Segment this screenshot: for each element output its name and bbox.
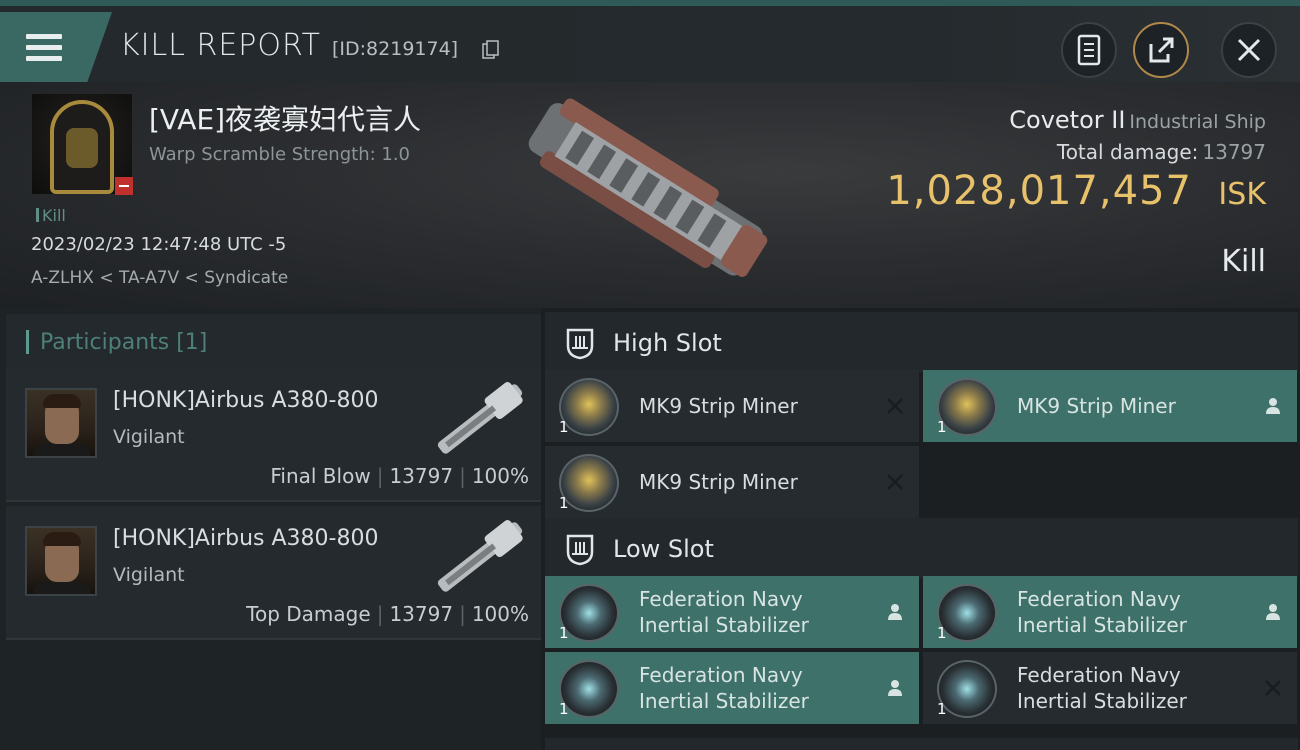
low-slot-icon xyxy=(566,534,594,566)
fitted-item[interactable]: 1 MK9 Strip Miner xyxy=(545,446,919,518)
dropped-person-icon xyxy=(888,680,902,696)
item-name-line1: Federation Navy xyxy=(639,663,803,687)
ship-render-image xyxy=(528,98,768,277)
page-title: KILL REPORT xyxy=(120,28,321,63)
item-name-line2: Inertial Stabilizer xyxy=(639,689,809,713)
participants-header: Participants [1] xyxy=(6,314,541,370)
share-icon xyxy=(1149,37,1174,63)
report-button[interactable] xyxy=(1061,22,1117,78)
loss-badge-icon xyxy=(115,177,133,195)
header-bar: KILL REPORT [ID:8219174] xyxy=(0,6,1300,82)
dropped-person-icon xyxy=(1266,398,1280,414)
report-id: [ID:8219174] xyxy=(332,38,459,60)
isk-value: 1,028,017,457 xyxy=(886,168,1192,214)
participant-percent: 100% xyxy=(471,602,529,626)
participant-name: [HONK]Airbus A380-800 xyxy=(113,388,379,413)
next-slot-header-partial xyxy=(545,738,1298,750)
fitted-item[interactable]: 1 Federation Navy Inertial Stabilizer xyxy=(923,652,1297,724)
participant-avatar xyxy=(25,526,97,596)
item-name-line1: Federation Navy xyxy=(639,587,803,611)
fitting-panel: High Slot 1 MK9 Strip Miner 1 MK9 Strip … xyxy=(541,308,1300,750)
item-quantity: 1 xyxy=(937,624,947,642)
participant-role: Top Damage xyxy=(246,602,371,626)
kill-summary: [VAE]夜袭寡妇代言人 Warp Scramble Strength: 1.0… xyxy=(0,82,1300,308)
ship-class: Industrial Ship xyxy=(1129,111,1266,133)
fitted-item[interactable]: 1 MK9 Strip Miner xyxy=(923,370,1297,442)
participant-name: [HONK]Airbus A380-800 xyxy=(113,526,379,551)
high-slot-header: High Slot xyxy=(545,312,1298,372)
item-quantity: 1 xyxy=(937,418,947,436)
total-damage-label: Total damage: xyxy=(1056,140,1199,164)
item-name: MK9 Strip Miner xyxy=(639,394,798,418)
participant-card[interactable]: [HONK]Airbus A380-800 Vigilant Final Blo… xyxy=(6,368,541,502)
item-quantity: 1 xyxy=(559,624,569,642)
participants-title: Participants [1] xyxy=(40,330,208,355)
participant-stats: Final Blow | 13797 | 100% xyxy=(270,464,529,488)
kill-location[interactable]: A-ZLHX < TA-A7V < Syndicate xyxy=(31,268,288,288)
close-button[interactable] xyxy=(1221,22,1277,78)
participant-ship: Vigilant xyxy=(113,426,185,448)
kill-tag: Kill xyxy=(36,206,66,225)
participant-damage: 13797 xyxy=(389,464,454,488)
high-slot-title: High Slot xyxy=(613,329,722,357)
item-quantity: 1 xyxy=(559,494,569,512)
participant-card[interactable]: [HONK]Airbus A380-800 Vigilant Top Damag… xyxy=(6,506,541,640)
ship-name[interactable]: Covetor II Industrial Ship xyxy=(1009,106,1266,134)
low-slot-title: Low Slot xyxy=(613,535,714,563)
isk-unit: ISK xyxy=(1218,177,1266,212)
participant-damage: 13797 xyxy=(389,602,454,626)
warp-scramble-strength: Warp Scramble Strength: 1.0 xyxy=(149,144,411,165)
item-quantity: 1 xyxy=(937,700,947,718)
item-name-line2: Inertial Stabilizer xyxy=(639,613,809,637)
victim-name[interactable]: [VAE]夜袭寡妇代言人 xyxy=(149,98,421,138)
destroyed-icon xyxy=(887,474,903,490)
item-name: MK9 Strip Miner xyxy=(639,470,798,494)
participant-ship-image xyxy=(437,520,523,592)
participant-ship: Vigilant xyxy=(113,564,185,586)
participant-avatar xyxy=(25,388,97,458)
participant-ship-image xyxy=(437,382,523,454)
copy-icon[interactable] xyxy=(482,40,500,60)
fitted-item[interactable]: 1 Federation Navy Inertial Stabilizer xyxy=(545,576,919,648)
total-damage-value: 13797 xyxy=(1202,140,1266,164)
destroyed-icon xyxy=(887,398,903,414)
participant-stats: Top Damage | 13797 | 100% xyxy=(246,602,529,626)
item-name-line1: Federation Navy xyxy=(1017,663,1181,687)
participant-percent: 100% xyxy=(471,464,529,488)
participants-panel: Participants [1] [HONK]Airbus A380-800 V… xyxy=(0,308,541,750)
hamburger-menu-icon xyxy=(26,34,62,62)
fitted-item[interactable]: 1 MK9 Strip Miner xyxy=(545,370,919,442)
kill-tag-label: Kill xyxy=(42,206,66,225)
item-name-line1: Federation Navy xyxy=(1017,587,1181,611)
close-icon xyxy=(1237,38,1261,62)
dropped-person-icon xyxy=(1266,604,1280,620)
fitted-item[interactable]: 1 Federation Navy Inertial Stabilizer xyxy=(545,652,919,724)
fitted-item[interactable]: 1 Federation Navy Inertial Stabilizer xyxy=(923,576,1297,648)
dropped-person-icon xyxy=(888,604,902,620)
kill-timestamp: 2023/02/23 12:47:48 UTC -5 xyxy=(31,234,287,255)
result-label: Kill xyxy=(1221,244,1266,279)
item-quantity: 1 xyxy=(559,418,569,436)
report-icon xyxy=(1077,34,1101,66)
low-slot-header: Low Slot xyxy=(545,518,1298,578)
participant-role: Final Blow xyxy=(270,464,371,488)
share-button[interactable] xyxy=(1133,22,1189,78)
item-name-line2: Inertial Stabilizer xyxy=(1017,613,1187,637)
item-name-line2: Inertial Stabilizer xyxy=(1017,689,1187,713)
high-slot-icon xyxy=(566,328,594,360)
total-damage: Total damage: 13797 xyxy=(1057,140,1266,164)
item-name: MK9 Strip Miner xyxy=(1017,394,1176,418)
ship-name-label: Covetor II xyxy=(1009,106,1126,134)
destroyed-icon xyxy=(1265,680,1281,696)
menu-button[interactable] xyxy=(0,12,112,82)
item-quantity: 1 xyxy=(559,700,569,718)
